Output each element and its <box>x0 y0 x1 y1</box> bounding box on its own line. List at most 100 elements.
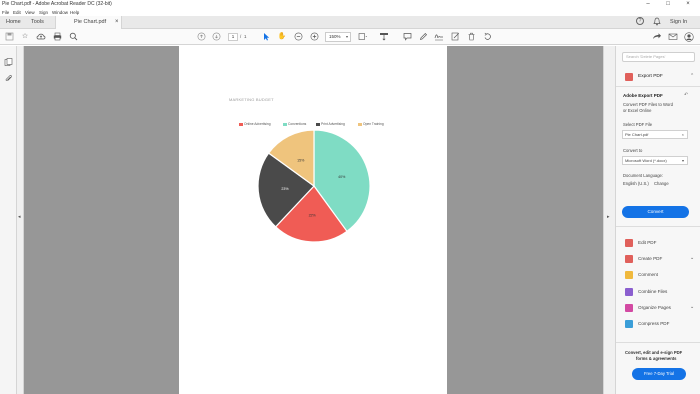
tool-organize-pages[interactable]: Organize Pages ⌄ <box>616 301 700 315</box>
chevron-down-icon[interactable]: ⌄ <box>690 255 694 261</box>
tab-document[interactable]: Pie Chart.pdf × <box>55 16 122 29</box>
slice-label-online-advertising: 22% <box>309 213 317 217</box>
promo-line1: Convert, edit and e-sign PDF <box>625 350 683 355</box>
left-panel-toggle[interactable]: ◂ <box>17 46 24 394</box>
window-title: Pie Chart.pdf - Adobe Acrobat Reader DC … <box>2 1 112 7</box>
compress-pdf-icon <box>625 320 633 328</box>
tool-label: Create PDF <box>638 256 663 261</box>
export-pdf-icon <box>625 73 633 81</box>
print-icon[interactable] <box>52 32 62 42</box>
convert-to-select[interactable]: Microsoft Word (*.docx) ▾ <box>622 156 688 165</box>
signature-icon[interactable] <box>434 32 444 42</box>
tool-compress-pdf[interactable]: Compress PDF <box>616 317 700 331</box>
tool-comment[interactable]: Comment <box>616 268 700 282</box>
tool-label: Comment <box>638 272 658 277</box>
minimize-button[interactable]: – <box>640 0 656 9</box>
tool-combine-files[interactable]: Combine Files <box>616 285 700 299</box>
chevron-down-icon: ▾ <box>345 34 348 39</box>
expand-left-icon[interactable]: ◂ <box>18 214 21 220</box>
zoom-dropdown[interactable]: 150% ▾ <box>325 32 351 42</box>
title-bar: Pie Chart.pdf - Adobe Acrobat Reader DC … <box>0 0 700 9</box>
save-icon[interactable] <box>4 32 14 42</box>
tab-home[interactable]: Home <box>6 16 21 29</box>
slice-label-conventions: 40% <box>338 175 346 179</box>
menu-view[interactable]: View <box>25 10 35 15</box>
remove-file-icon[interactable]: × <box>682 131 684 138</box>
free-trial-button[interactable]: Free 7-Day Trial <box>632 368 686 380</box>
chevron-down-icon[interactable]: ⌄ <box>690 304 694 310</box>
select-cursor-icon[interactable] <box>261 32 271 42</box>
adobe-export-pdf-title: Adobe Export PDF <box>623 93 663 98</box>
attachment-icon[interactable] <box>4 70 13 88</box>
export-description-line1: Convert PDF Files to Word <box>623 102 673 107</box>
slice-label-open-training: 15% <box>297 158 305 162</box>
close-button[interactable]: × <box>680 0 696 9</box>
tool-label: Edit PDF <box>638 240 657 245</box>
menu-bar: File Edit View Sign Window Help <box>0 9 700 16</box>
tool-edit-pdf[interactable]: Edit PDF <box>616 236 700 250</box>
comment-tool-icon <box>625 271 633 279</box>
menu-file[interactable]: File <box>2 10 9 15</box>
chevron-down-icon: ▾ <box>681 158 684 163</box>
export-pdf-header[interactable]: Export PDF ⌃ <box>616 70 700 84</box>
combine-files-icon <box>625 288 633 296</box>
convert-button[interactable]: Convert <box>622 206 689 218</box>
email-icon[interactable] <box>668 32 678 42</box>
user-icon[interactable] <box>684 32 694 42</box>
promo-line2: forms & agreements <box>636 356 677 361</box>
stamp-icon[interactable] <box>450 32 460 42</box>
pen-icon[interactable] <box>418 32 428 42</box>
zoom-value: 150% <box>329 34 341 39</box>
change-language-link[interactable]: Change <box>654 181 669 186</box>
maximize-button[interactable]: □ <box>660 0 676 9</box>
edit-pdf-icon <box>625 239 633 247</box>
menu-sign[interactable]: Sign <box>39 10 48 15</box>
tools-search-input[interactable]: Search 'Delete Pages' <box>622 52 695 62</box>
star-icon[interactable]: ☆ <box>20 32 30 42</box>
right-panel-toggle[interactable]: ▸ <box>603 46 615 394</box>
create-pdf-icon <box>625 255 633 263</box>
comment-icon[interactable] <box>402 32 412 42</box>
hand-tool-icon[interactable]: ✋ <box>277 32 287 42</box>
undo-icon[interactable]: ↶ <box>684 92 688 98</box>
document-language-label: Document Language: <box>623 173 664 178</box>
sign-in-link[interactable]: Sign In <box>670 16 687 29</box>
selected-pdf-file-value: Pie Chart.pdf <box>625 132 649 137</box>
collapse-right-icon[interactable]: ▸ <box>607 214 610 220</box>
cloud-upload-icon[interactable] <box>36 32 46 42</box>
trash-icon[interactable] <box>466 32 476 42</box>
convert-to-label: Convert to <box>623 148 643 153</box>
page-total: 1 <box>244 34 247 39</box>
bell-icon[interactable] <box>652 17 662 27</box>
divider <box>616 226 700 227</box>
menu-edit[interactable]: Edit <box>13 10 21 15</box>
fit-page-icon[interactable] <box>358 32 368 42</box>
tab-close-icon[interactable]: × <box>115 16 119 29</box>
pdf-page: MARKETING BUDGET Online Advertising Conv… <box>179 46 447 394</box>
previous-page-icon[interactable] <box>196 32 206 42</box>
tab-bar: Home Tools Pie Chart.pdf × ? Sign In <box>0 16 700 29</box>
zoom-out-icon[interactable] <box>293 32 303 42</box>
scroll-mode-icon[interactable] <box>379 32 389 42</box>
organize-pages-icon <box>625 304 633 312</box>
help-icon[interactable]: ? <box>636 17 644 25</box>
rotate-icon[interactable] <box>482 32 492 42</box>
tab-tools[interactable]: Tools <box>31 16 44 29</box>
menu-window[interactable]: Window <box>52 10 68 15</box>
tools-pane: Search 'Delete Pages' Export PDF ⌃ Adobe… <box>615 46 700 394</box>
search-icon[interactable] <box>68 32 78 42</box>
menu-help[interactable]: Help <box>70 10 79 15</box>
document-language-value: English (U.S.) <box>623 181 649 186</box>
zoom-in-icon[interactable] <box>309 32 319 42</box>
pie-chart: 40% 22% 23% 15% <box>257 129 371 243</box>
chevron-up-icon: ⌃ <box>690 73 695 79</box>
next-page-icon[interactable] <box>211 32 221 42</box>
tool-create-pdf[interactable]: Create PDF ⌄ <box>616 252 700 266</box>
select-pdf-label: Select PDF File <box>623 122 653 127</box>
divider <box>616 86 700 87</box>
selected-pdf-file[interactable]: Pie Chart.pdf × <box>622 130 688 139</box>
share-icon[interactable] <box>652 32 662 42</box>
tools-search-placeholder: Search 'Delete Pages' <box>626 54 666 59</box>
export-description-line2: or Excel Online <box>623 108 652 113</box>
page-number-input[interactable]: 1 <box>228 33 238 41</box>
